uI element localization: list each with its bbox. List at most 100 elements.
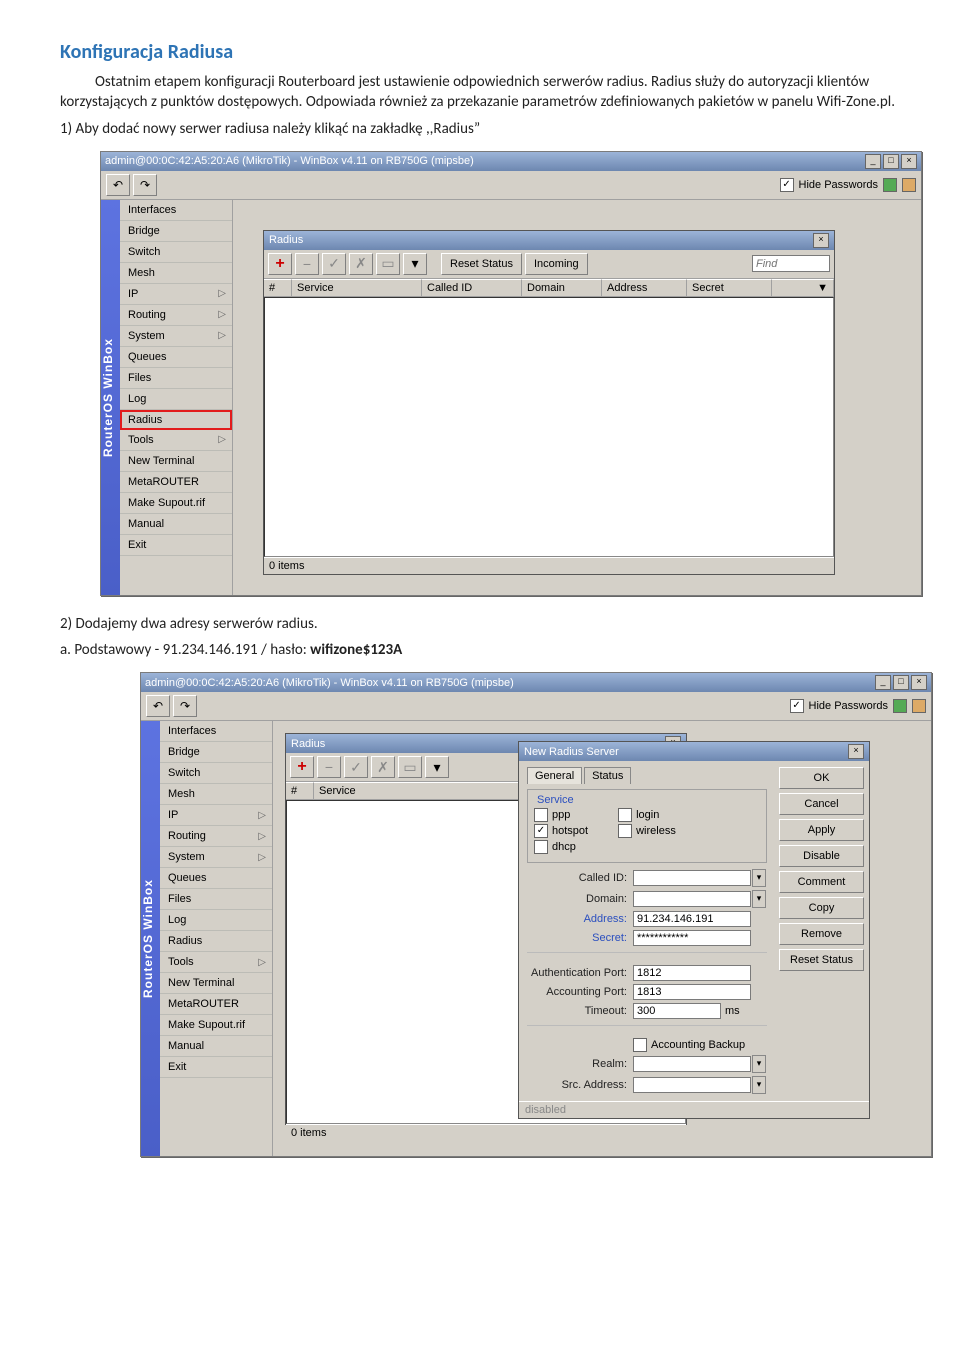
remove-button[interactable]: − — [317, 756, 341, 778]
sidebar-item-files[interactable]: Files — [120, 368, 232, 389]
realm-input[interactable] — [633, 1056, 751, 1072]
sidebar-item-switch[interactable]: Switch — [120, 242, 232, 263]
minimize-icon[interactable]: _ — [875, 675, 891, 690]
col-service[interactable]: Service — [292, 279, 422, 296]
enable-button[interactable]: ✓ — [344, 756, 368, 778]
called-id-drop-icon[interactable]: ▾ — [752, 869, 766, 887]
sidebar-item-make-supout-rif[interactable]: Make Supout.rif — [120, 493, 232, 514]
sidebar-item-ip[interactable]: IP▷ — [120, 284, 232, 305]
sidebar-item-routing[interactable]: Routing▷ — [160, 826, 272, 847]
incoming-button[interactable]: Incoming — [525, 253, 588, 275]
domain-input[interactable] — [633, 891, 751, 907]
apply-button[interactable]: Apply — [779, 819, 864, 841]
find-input[interactable] — [752, 255, 830, 272]
dhcp-checkbox[interactable] — [534, 840, 548, 854]
sidebar-item-system[interactable]: System▷ — [120, 326, 232, 347]
sidebar-item-files[interactable]: Files — [160, 889, 272, 910]
filter-button[interactable]: ▾ — [425, 756, 449, 778]
tab-general[interactable]: General — [527, 767, 582, 784]
sidebar-item-log[interactable]: Log — [160, 910, 272, 931]
sidebar-item-mesh[interactable]: Mesh — [120, 263, 232, 284]
enable-button[interactable]: ✓ — [322, 253, 346, 275]
sidebar-item-radius[interactable]: Radius — [160, 931, 272, 952]
sidebar-item-metarouter[interactable]: MetaROUTER — [160, 994, 272, 1015]
login-checkbox[interactable] — [618, 808, 632, 822]
sidebar-item-queues[interactable]: Queues — [160, 868, 272, 889]
sidebar-item-metarouter[interactable]: MetaROUTER — [120, 472, 232, 493]
reset-status-button[interactable]: Reset Status — [779, 949, 864, 971]
src-drop-icon[interactable]: ▾ — [752, 1076, 766, 1094]
comment-button[interactable]: ▭ — [376, 253, 400, 275]
disable-button[interactable]: ✗ — [349, 253, 373, 275]
back-button[interactable]: ↶ — [146, 695, 170, 717]
radius-grid-body[interactable] — [264, 297, 834, 557]
sidebar-item-switch[interactable]: Switch — [160, 763, 272, 784]
col-secret[interactable]: Secret — [687, 279, 772, 296]
sidebar-item-manual[interactable]: Manual — [160, 1036, 272, 1057]
sidebar-item-log[interactable]: Log — [120, 389, 232, 410]
address-input[interactable] — [633, 911, 751, 927]
add-button[interactable]: + — [268, 253, 292, 275]
sidebar-item-tools[interactable]: Tools▷ — [120, 430, 232, 451]
sidebar-item-queues[interactable]: Queues — [120, 347, 232, 368]
src-address-input[interactable] — [633, 1077, 751, 1093]
sidebar-item-interfaces[interactable]: Interfaces — [120, 200, 232, 221]
comment-button[interactable]: Comment — [779, 871, 864, 893]
filter-button[interactable]: ▾ — [403, 253, 427, 275]
secret-input[interactable] — [633, 930, 751, 946]
sidebar-item-new-terminal[interactable]: New Terminal — [120, 451, 232, 472]
domain-drop-icon[interactable]: ▾ — [752, 890, 766, 908]
sidebar-item-bridge[interactable]: Bridge — [160, 742, 272, 763]
back-button[interactable]: ↶ — [106, 174, 130, 196]
dialog-close-icon[interactable]: × — [848, 744, 864, 759]
sidebar-item-interfaces[interactable]: Interfaces — [160, 721, 272, 742]
sidebar-item-routing[interactable]: Routing▷ — [120, 305, 232, 326]
col-address[interactable]: Address — [602, 279, 687, 296]
sidebar-item-system[interactable]: System▷ — [160, 847, 272, 868]
forward-button[interactable]: ↷ — [173, 695, 197, 717]
col-domain[interactable]: Domain — [522, 279, 602, 296]
col-dropdown-icon[interactable]: ▼ — [772, 279, 834, 296]
wireless-checkbox[interactable] — [618, 824, 632, 838]
close-icon[interactable]: × — [901, 154, 917, 169]
maximize-icon[interactable]: □ — [893, 675, 909, 690]
sidebar-item-mesh[interactable]: Mesh — [160, 784, 272, 805]
minimize-icon[interactable]: _ — [865, 154, 881, 169]
sidebar-item-exit[interactable]: Exit — [160, 1057, 272, 1078]
tab-status[interactable]: Status — [584, 767, 631, 784]
realm-drop-icon[interactable]: ▾ — [752, 1055, 766, 1073]
ppp-checkbox[interactable] — [534, 808, 548, 822]
hotspot-checkbox[interactable] — [534, 824, 548, 838]
col-num[interactable]: # — [286, 782, 314, 799]
acct-port-input[interactable] — [633, 984, 751, 1000]
disable-button[interactable]: ✗ — [371, 756, 395, 778]
sidebar-item-tools[interactable]: Tools▷ — [160, 952, 272, 973]
acct-backup-checkbox[interactable] — [633, 1038, 647, 1052]
close-icon[interactable]: × — [911, 675, 927, 690]
hide-passwords-checkbox[interactable] — [780, 178, 794, 192]
maximize-icon[interactable]: □ — [883, 154, 899, 169]
copy-button[interactable]: Copy — [779, 897, 864, 919]
reset-status-button[interactable]: Reset Status — [441, 253, 522, 275]
sidebar-item-manual[interactable]: Manual — [120, 514, 232, 535]
cancel-button[interactable]: Cancel — [779, 793, 864, 815]
col-num[interactable]: # — [264, 279, 292, 296]
sidebar-item-bridge[interactable]: Bridge — [120, 221, 232, 242]
ok-button[interactable]: OK — [779, 767, 864, 789]
remove-button[interactable]: Remove — [779, 923, 864, 945]
radius-close-icon[interactable]: × — [813, 233, 829, 248]
hide-passwords-checkbox[interactable] — [790, 699, 804, 713]
auth-port-input[interactable] — [633, 965, 751, 981]
timeout-input[interactable] — [633, 1003, 721, 1019]
disable-button[interactable]: Disable — [779, 845, 864, 867]
sidebar-item-radius[interactable]: Radius — [120, 410, 232, 430]
sidebar-item-exit[interactable]: Exit — [120, 535, 232, 556]
called-id-input[interactable] — [633, 870, 751, 886]
forward-button[interactable]: ↷ — [133, 174, 157, 196]
sidebar-item-new-terminal[interactable]: New Terminal — [160, 973, 272, 994]
remove-button[interactable]: − — [295, 253, 319, 275]
col-called-id[interactable]: Called ID — [422, 279, 522, 296]
sidebar-item-make-supout-rif[interactable]: Make Supout.rif — [160, 1015, 272, 1036]
sidebar-item-ip[interactable]: IP▷ — [160, 805, 272, 826]
add-button[interactable]: + — [290, 756, 314, 778]
